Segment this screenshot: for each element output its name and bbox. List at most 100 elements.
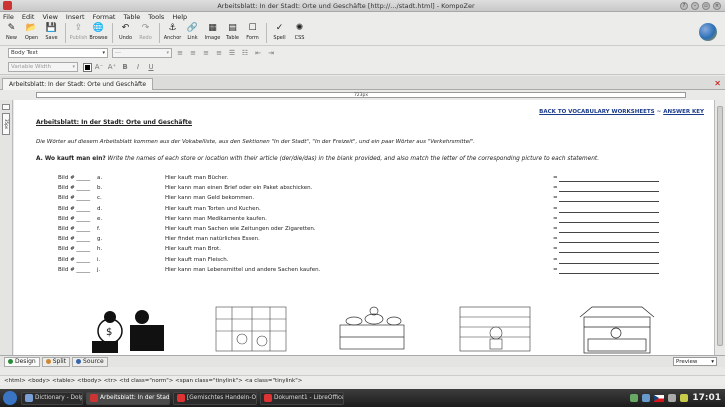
window-title: Arbeitsblatt: In der Stadt: Orte und Ges… — [217, 1, 475, 10]
answer-blank-line[interactable] — [559, 191, 659, 193]
vertical-scrollbar[interactable] — [714, 100, 725, 355]
design-icon — [8, 359, 13, 364]
publish-button[interactable]: ⇪ Publish — [69, 22, 88, 41]
answer-blank-line[interactable] — [559, 221, 659, 223]
anchor-button[interactable]: ⚓ Anchor — [163, 22, 182, 41]
bold-button[interactable]: B — [120, 62, 130, 72]
bullet-list-button[interactable]: ☰ — [227, 48, 237, 58]
instruction-body: Write the names of each store or locatio… — [105, 156, 600, 162]
statement-text: Hier kauft man Sachen wie Zeitungen oder… — [165, 225, 316, 232]
ruler: 723px — [0, 90, 725, 100]
toolbar-label: Browse — [89, 35, 108, 41]
chevron-down-icon: ▾ — [711, 359, 714, 365]
kde-start-menu-icon[interactable] — [3, 391, 17, 405]
maximize-button[interactable]: ▫ — [702, 1, 710, 10]
scrollbar-thumb[interactable] — [717, 106, 723, 346]
taskbar-task[interactable]: Dokument1 - LibreOffice - Opera — [260, 391, 344, 405]
new-button[interactable]: ✎ New — [2, 22, 21, 41]
outdent-button[interactable]: ⇤ — [253, 48, 263, 58]
equals-sign: = — [553, 266, 558, 273]
answer-blank-line[interactable] — [559, 231, 659, 233]
open-folder-icon: 📂 — [25, 23, 38, 33]
redo-button[interactable]: ↷ Redo — [136, 22, 155, 41]
image-button[interactable]: ▦ Image — [203, 22, 222, 41]
text-color-swatch[interactable] — [83, 62, 92, 72]
taskbar-task[interactable]: [Gemischtes Handeln-Opera] — [173, 391, 257, 405]
numbered-list-button[interactable]: ☷ — [240, 48, 250, 58]
open-button[interactable]: 📂 Open — [22, 22, 41, 41]
indent-button[interactable]: ⇥ — [266, 48, 276, 58]
left-ruler-marker — [2, 104, 10, 110]
font-select[interactable]: --- ▾ — [112, 48, 172, 58]
minimize-button[interactable]: – — [691, 1, 699, 10]
answer-blank-line[interactable] — [559, 211, 659, 213]
equals-sign: = — [553, 185, 558, 192]
exercise-row: Bild # _____ c. Hier kann man Geld bekomme… — [22, 195, 704, 205]
redo-icon: ↷ — [141, 23, 150, 33]
tab-design[interactable]: Design — [4, 356, 40, 367]
toolbar-label: Save — [45, 35, 58, 41]
larger-font-button[interactable]: A⁺ — [107, 62, 117, 72]
clipboard-icon[interactable] — [668, 394, 677, 402]
tab-split[interactable]: Split — [41, 356, 71, 367]
help-window-button[interactable]: ? — [680, 1, 688, 10]
answer-key-link[interactable]: ANSWER KEY — [663, 109, 704, 115]
save-button[interactable]: 💾 Save — [42, 22, 61, 41]
task-list: Dictionary - Dolphin Arbeitsblatt: In der… — [21, 391, 347, 405]
browse-button[interactable]: 🌐 Browse — [89, 22, 108, 41]
keyboard-layout-flag-icon[interactable] — [654, 394, 665, 402]
editor-area[interactable]: BACK TO VOCABULARY WORKSHEETS ~ ANSWER KEY… — [14, 100, 714, 355]
menu-table[interactable]: Table — [123, 13, 140, 21]
answer-blank-line[interactable] — [559, 181, 659, 182]
statement-text: Hier findet man natürliches Essen. — [165, 236, 260, 243]
table-button[interactable]: ▤ Table — [223, 22, 242, 41]
taskbar-task[interactable]: Dictionary - Dolphin — [21, 391, 83, 405]
undo-button[interactable]: ↶ Undo — [116, 22, 135, 41]
menu-insert[interactable]: Insert — [66, 13, 85, 21]
battery-icon[interactable] — [680, 394, 689, 402]
menu-tools[interactable]: Tools — [148, 13, 164, 21]
align-center-button[interactable]: ≡ — [188, 48, 198, 58]
volume-icon[interactable] — [642, 394, 651, 402]
answer-blank-line[interactable] — [559, 201, 659, 203]
align-right-button[interactable]: ≡ — [201, 48, 211, 58]
statement-letter: f. — [97, 225, 101, 232]
title-bar: Arbeitsblatt: In der Stadt: Orte und Ges… — [0, 0, 725, 12]
clock[interactable]: 17:01 — [692, 393, 721, 403]
underline-button[interactable]: U — [146, 62, 156, 72]
close-button[interactable]: × — [713, 1, 721, 10]
toolbar-label: Publish — [69, 35, 88, 41]
view-mode-tabs: Design Split Source — [0, 355, 725, 367]
answer-blank-line[interactable] — [559, 272, 659, 274]
spell-button[interactable]: ✓ Spell — [270, 22, 289, 41]
close-tab-icon[interactable]: ✕ — [714, 79, 721, 88]
network-icon[interactable] — [630, 394, 639, 402]
italic-button[interactable]: I — [133, 62, 143, 72]
paragraph-style-select[interactable]: Body Text ▾ — [8, 48, 108, 58]
tab-source[interactable]: Source — [72, 356, 108, 367]
smaller-font-button[interactable]: A⁻ — [94, 62, 104, 72]
css-button[interactable]: ✺ CSS — [290, 22, 309, 41]
equals-sign: = — [553, 195, 558, 202]
taskbar-task[interactable]: Arbeitsblatt: In der Stadt: Orte und Ges… — [86, 391, 170, 405]
justify-button[interactable]: ≡ — [214, 48, 224, 58]
picture-number-blank: Bild # _____ — [58, 225, 91, 232]
form-button[interactable]: ☐ Form — [243, 22, 262, 41]
answer-blank-line[interactable] — [559, 252, 659, 254]
width-select[interactable]: Variable Width ▾ — [8, 62, 78, 72]
preview-select[interactable]: Preview ▾ — [673, 357, 717, 366]
menu-file[interactable]: File — [3, 13, 14, 21]
align-left-button[interactable]: ≡ — [175, 48, 185, 58]
back-to-worksheets-link[interactable]: BACK TO VOCABULARY WORKSHEETS — [539, 109, 654, 115]
save-icon: 💾 — [45, 23, 58, 33]
menu-edit[interactable]: Edit — [22, 13, 35, 21]
document-tab[interactable]: Arbeitsblatt: In der Stadt: Orte und Ges… — [2, 78, 154, 90]
left-ruler-height-label: 35px — [2, 113, 10, 135]
answer-blank-line[interactable] — [559, 242, 659, 244]
answer-blank-line[interactable] — [559, 262, 659, 264]
menu-format[interactable]: Format — [93, 13, 116, 21]
toolbar-separator — [65, 23, 66, 43]
menu-view[interactable]: View — [42, 13, 57, 21]
link-button[interactable]: 🔗 Link — [183, 22, 202, 41]
menu-help[interactable]: Help — [172, 13, 187, 21]
